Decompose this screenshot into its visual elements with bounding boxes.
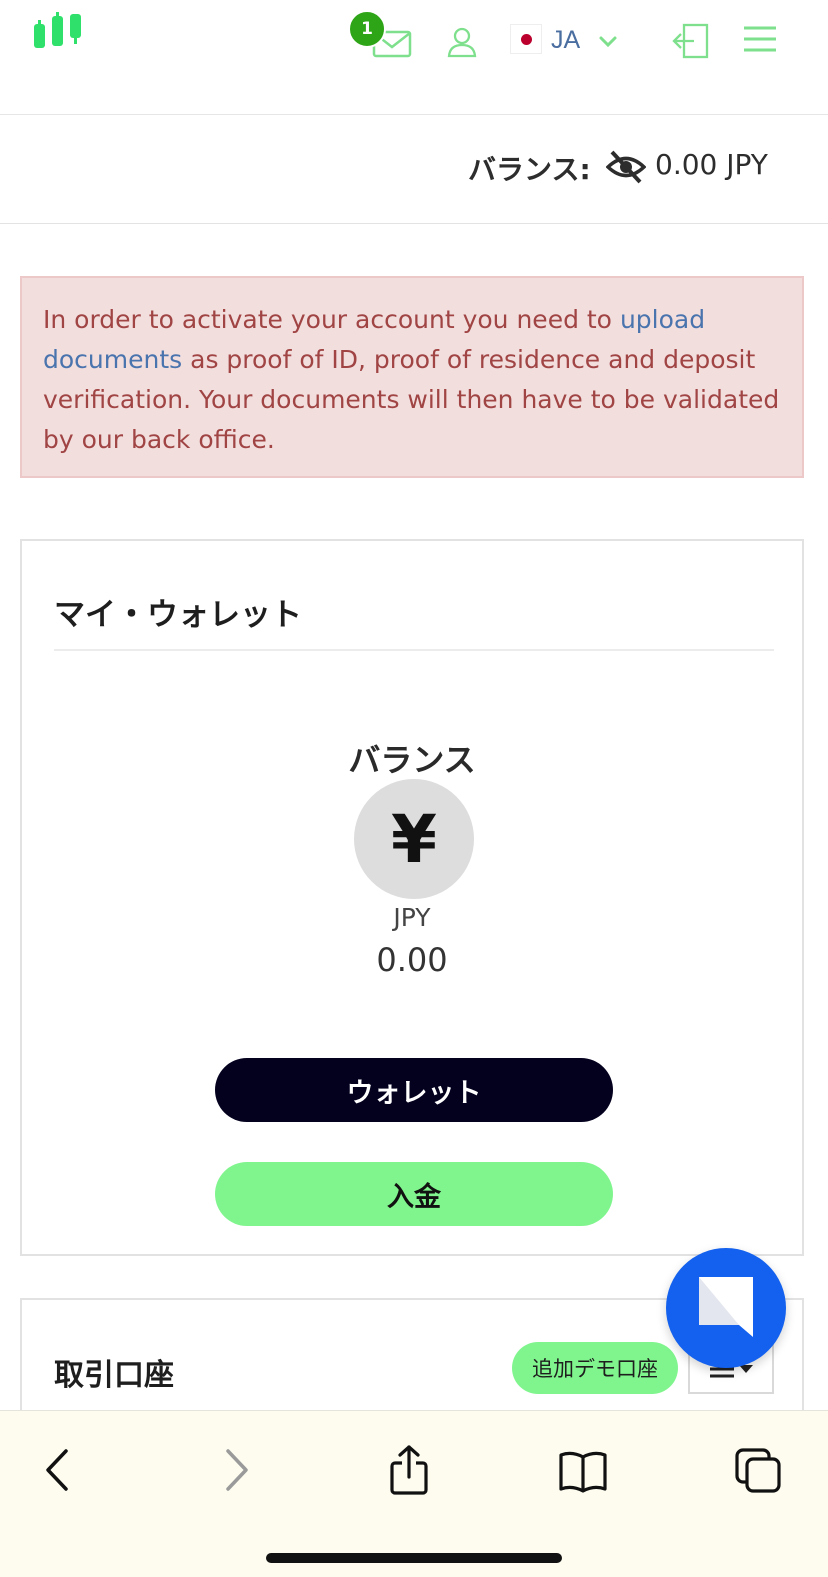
wallet-balance-title: バランス [348,741,476,779]
wallet-button[interactable]: ウォレット [215,1058,613,1122]
wallet-value: 0.00 [376,941,448,979]
home-indicator [266,1553,562,1563]
tabs-icon[interactable] [734,1445,784,1495]
browser-toolbar [0,1410,828,1577]
japan-flag-icon[interactable] [510,24,542,54]
forward-icon[interactable] [210,1445,260,1495]
deposit-button[interactable]: 入金 [215,1162,613,1226]
top-header: 1 JA [0,0,828,115]
wallet-card-title: マイ・ウォレット [54,597,302,633]
yen-coin-icon: ¥ [354,779,474,899]
add-demo-account-button[interactable]: 追加デモ口座 [512,1342,678,1394]
chevron-down-icon[interactable] [598,34,618,50]
logo-icon[interactable] [30,12,90,52]
bookmarks-icon[interactable] [558,1445,608,1495]
language-label[interactable]: JA [551,26,580,55]
currency-symbol: ¥ [391,800,437,878]
trading-accounts-title: 取引口座 [54,1358,174,1393]
balance-amount: 0.00 JPY [655,148,768,181]
alert-text-before: In order to activate your account you ne… [43,305,620,334]
notification-badge: 1 [348,10,386,48]
balance-label: バランス: [468,153,591,186]
chat-bubble-icon [699,1277,753,1337]
wallet-currency: JPY [393,903,431,932]
logout-icon[interactable] [672,22,710,60]
share-icon[interactable] [384,1445,434,1495]
my-wallet-card: マイ・ウォレット バランス ¥ JPY 0.00 ウォレット 入金 [20,539,804,1256]
hamburger-menu-icon[interactable] [743,24,777,54]
eye-slash-icon[interactable] [606,150,646,184]
card-divider [54,649,774,651]
balance-strip: バランス: 0.00 JPY [0,116,828,224]
activation-alert: In order to activate your account you ne… [20,276,804,478]
chat-button[interactable] [666,1248,786,1368]
back-icon[interactable] [34,1445,84,1495]
user-icon[interactable] [446,26,478,58]
